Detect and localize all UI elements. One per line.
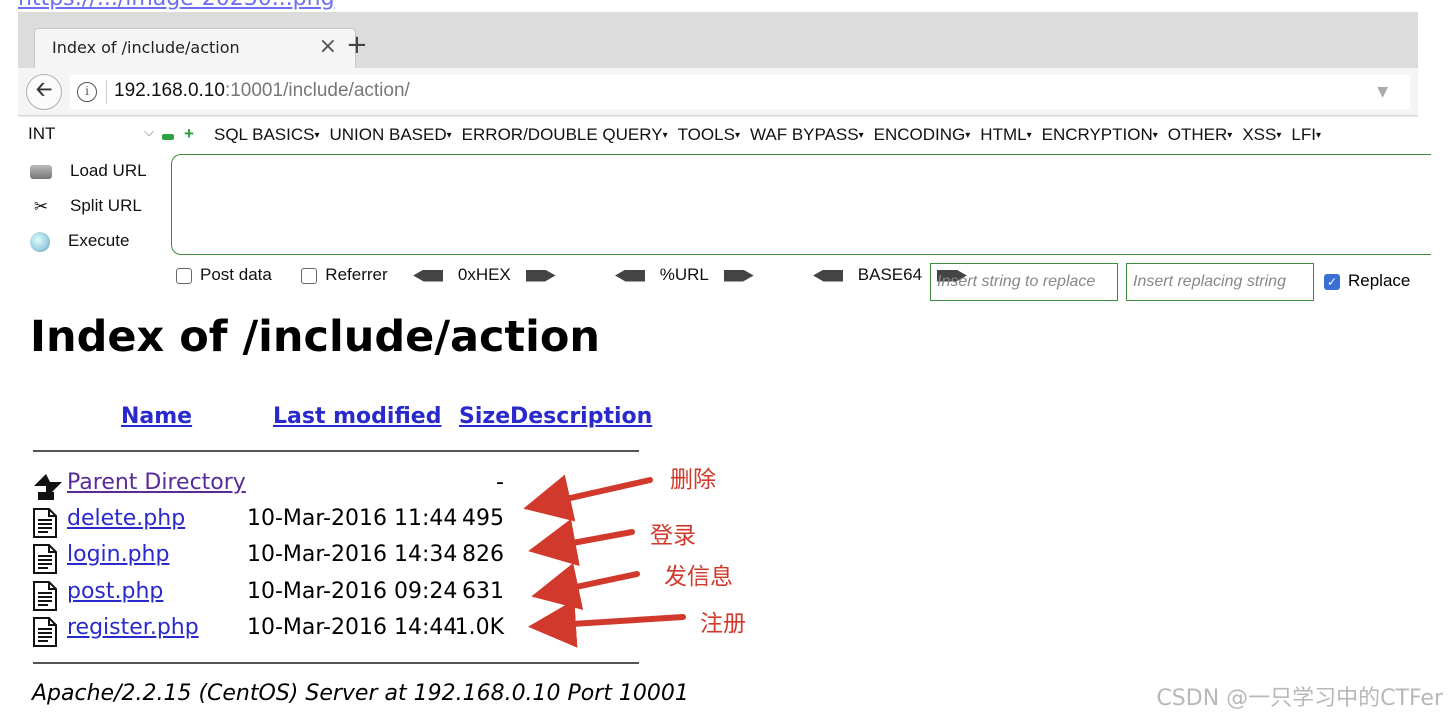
annotation-post: 发信息 xyxy=(664,564,733,590)
annotation-register: 注册 xyxy=(700,611,746,637)
arrow-login xyxy=(528,518,635,567)
watermark: CSDN @一只学习中的CTFer xyxy=(1156,686,1443,711)
arrow-post xyxy=(531,563,640,610)
annotation-delete: 删除 xyxy=(670,467,716,493)
server-signature: Apache/2.2.15 (CentOS) Server at 192.168… xyxy=(32,681,689,706)
annotation-login: 登录 xyxy=(650,523,696,549)
arrow-delete xyxy=(523,474,653,522)
arrow-register xyxy=(528,599,686,648)
